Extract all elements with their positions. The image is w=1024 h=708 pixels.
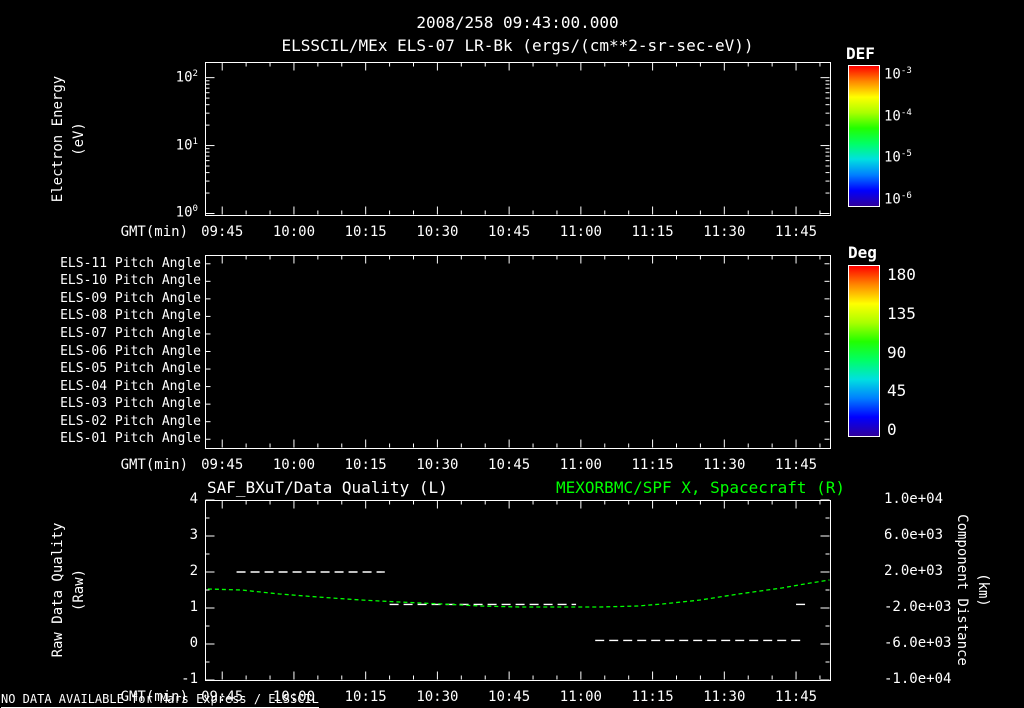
x-tick-label: 10:00 xyxy=(272,224,316,240)
header-title: ELSSCIL/MEx ELS-07 LR-Bk (ergs/(cm**2-sr… xyxy=(281,36,754,55)
panel3-left-y-tick-label: -1 xyxy=(181,671,198,687)
def-colorbar xyxy=(848,65,880,207)
panel3-right-y-axis-unit: (km) xyxy=(975,573,991,607)
panel3-left-y-tick-label: 2 xyxy=(189,563,198,579)
x-tick-label: 10:15 xyxy=(344,457,387,473)
def-colorbar-title: DEF xyxy=(846,44,875,63)
deg-colorbar xyxy=(848,265,880,437)
panel3-right-title: MEXORBMC/SPF X, Spacecraft (R) xyxy=(556,478,845,497)
x-tick-label: 10:45 xyxy=(488,457,531,473)
panel3-right-y-tick-label: -1.0e+04 xyxy=(884,671,952,687)
x-tick-label: 11:30 xyxy=(703,689,746,705)
panel3-right-y-tick-label: 6.0e+03 xyxy=(884,527,944,543)
x-tick-label: 09:45 xyxy=(201,457,244,473)
panel3-right-y-tick-label: -2.0e+03 xyxy=(884,599,952,615)
panel3-left-title: SAF_BXuT/Data Quality (L) xyxy=(207,478,448,497)
panel3-left-y-tick-label: 1 xyxy=(189,599,198,615)
panel3-left-y-tick-label: 0 xyxy=(189,635,198,651)
panel3-left-y-axis-label-line2: (Raw) xyxy=(71,568,87,612)
panel1-y-axis-label-line2: (eV) xyxy=(71,122,87,156)
x-tick-label: 11:30 xyxy=(703,224,746,240)
panel3-left-y-axis-label: Raw Data Quality (Raw) xyxy=(48,523,90,658)
plot-page: 2008/258 09:43:00.000 ELSSCIL/MEx ELS-07… xyxy=(0,0,1024,708)
no-data-notice-text: NO DATA AVAILABLE for Mars Express / ELS… xyxy=(1,692,319,708)
x-tick-label: 11:00 xyxy=(559,224,602,240)
spacecraft-x-curve xyxy=(207,579,830,608)
panel3-left-y-axis-label-line1: Raw Data Quality xyxy=(50,522,66,658)
panel2-frame xyxy=(205,255,831,449)
x-tick-label: 11:00 xyxy=(559,689,602,705)
no-data-notice: NO DATA AVAILABLE for Mars Express / ELS… xyxy=(1,692,319,708)
x-tick-label: 10:45 xyxy=(488,689,531,705)
panel2-x-tick-labels: 09:45 10:00 10:15 10:30 10:45 11:00 11:15 11:30… xyxy=(0,457,1024,475)
panel3-frame xyxy=(205,500,831,681)
x-tick-label: 11:30 xyxy=(703,457,746,473)
x-tick-label: 11:45 xyxy=(774,457,818,473)
x-tick-label: 11:15 xyxy=(631,689,674,705)
x-tick-label: 10:30 xyxy=(416,224,459,240)
panel3-right-y-tick-label: -6.0e+03 xyxy=(884,635,952,651)
panel1-y-axis-label-line1: Electron Energy xyxy=(50,75,66,203)
x-tick-label: 10:30 xyxy=(416,689,459,705)
x-tick-label: 11:00 xyxy=(559,457,602,473)
x-tick-label: 10:15 xyxy=(344,224,387,240)
deg-colorbar-title: Deg xyxy=(848,243,877,262)
x-tick-label: 11:45 xyxy=(774,689,818,705)
panel3-right-y-tick-labels: 1.0e+04 6.0e+03 2.0e+03 -2.0e+03 -6.0e+03 -1.… xyxy=(884,0,964,708)
panel3-right-y-tick-label: 1.0e+04 xyxy=(884,491,944,507)
x-tick-label: 09:45 xyxy=(201,224,244,240)
x-tick-label: 10:30 xyxy=(416,457,459,473)
panel3-left-y-tick-labels: 4 3 2 1 0 -1 xyxy=(155,0,198,708)
panel1-frame xyxy=(205,62,831,216)
panel1-y-axis-label: Electron Energy (eV) xyxy=(48,76,90,202)
panel3-left-y-tick-label: 4 xyxy=(189,491,198,507)
x-tick-label: 11:15 xyxy=(631,224,674,240)
header-date: 2008/258 09:43:00.000 xyxy=(416,13,619,32)
panel1-x-tick-labels: 09:45 10:00 10:15 10:30 10:45 11:00 11:15 11:30… xyxy=(0,224,1024,242)
x-tick-label: 10:00 xyxy=(272,457,316,473)
x-tick-label: 10:45 xyxy=(488,224,531,240)
x-tick-label: 10:15 xyxy=(344,689,387,705)
x-tick-label: 11:15 xyxy=(631,457,674,473)
panel3-right-y-tick-label: 2.0e+03 xyxy=(884,563,944,579)
panel3-left-y-tick-label: 3 xyxy=(189,527,198,543)
x-tick-label: 11:45 xyxy=(774,224,818,240)
